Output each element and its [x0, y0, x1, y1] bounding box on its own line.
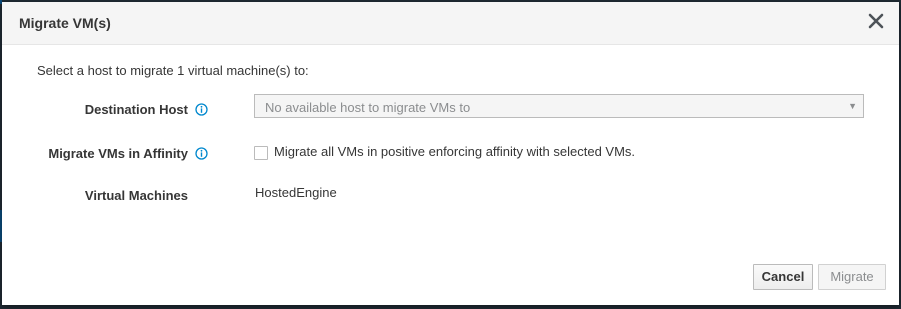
virtual-machines-label: Virtual Machines	[84, 188, 188, 203]
close-icon[interactable]	[867, 12, 885, 30]
virtual-machines-value: HostedEngine	[255, 185, 337, 200]
info-icon[interactable]	[195, 147, 208, 160]
migrate-affinity-label: Migrate VMs in Affinity	[48, 146, 188, 161]
migrate-button[interactable]: Migrate	[818, 264, 886, 290]
migrate-vm-dialog: Migrate VM(s) Select a host to migrate 1…	[2, 2, 899, 305]
destination-host-select[interactable]: No available host to migrate VMs to ▼	[254, 94, 864, 118]
dialog-title: Migrate VM(s)	[19, 15, 111, 31]
destination-host-selected-value: No available host to migrate VMs to	[265, 100, 471, 115]
dialog-intro-text: Select a host to migrate 1 virtual machi…	[37, 63, 309, 78]
caret-down-icon: ▼	[848, 101, 857, 111]
migrate-affinity-checkbox[interactable]	[254, 146, 268, 160]
dialog-header: Migrate VM(s)	[2, 2, 899, 45]
info-icon[interactable]	[195, 103, 208, 116]
destination-host-label: Destination Host	[84, 102, 188, 117]
cancel-button[interactable]: Cancel	[753, 264, 813, 290]
migrate-affinity-checkbox-label[interactable]: Migrate all VMs in positive enforcing af…	[274, 144, 635, 159]
